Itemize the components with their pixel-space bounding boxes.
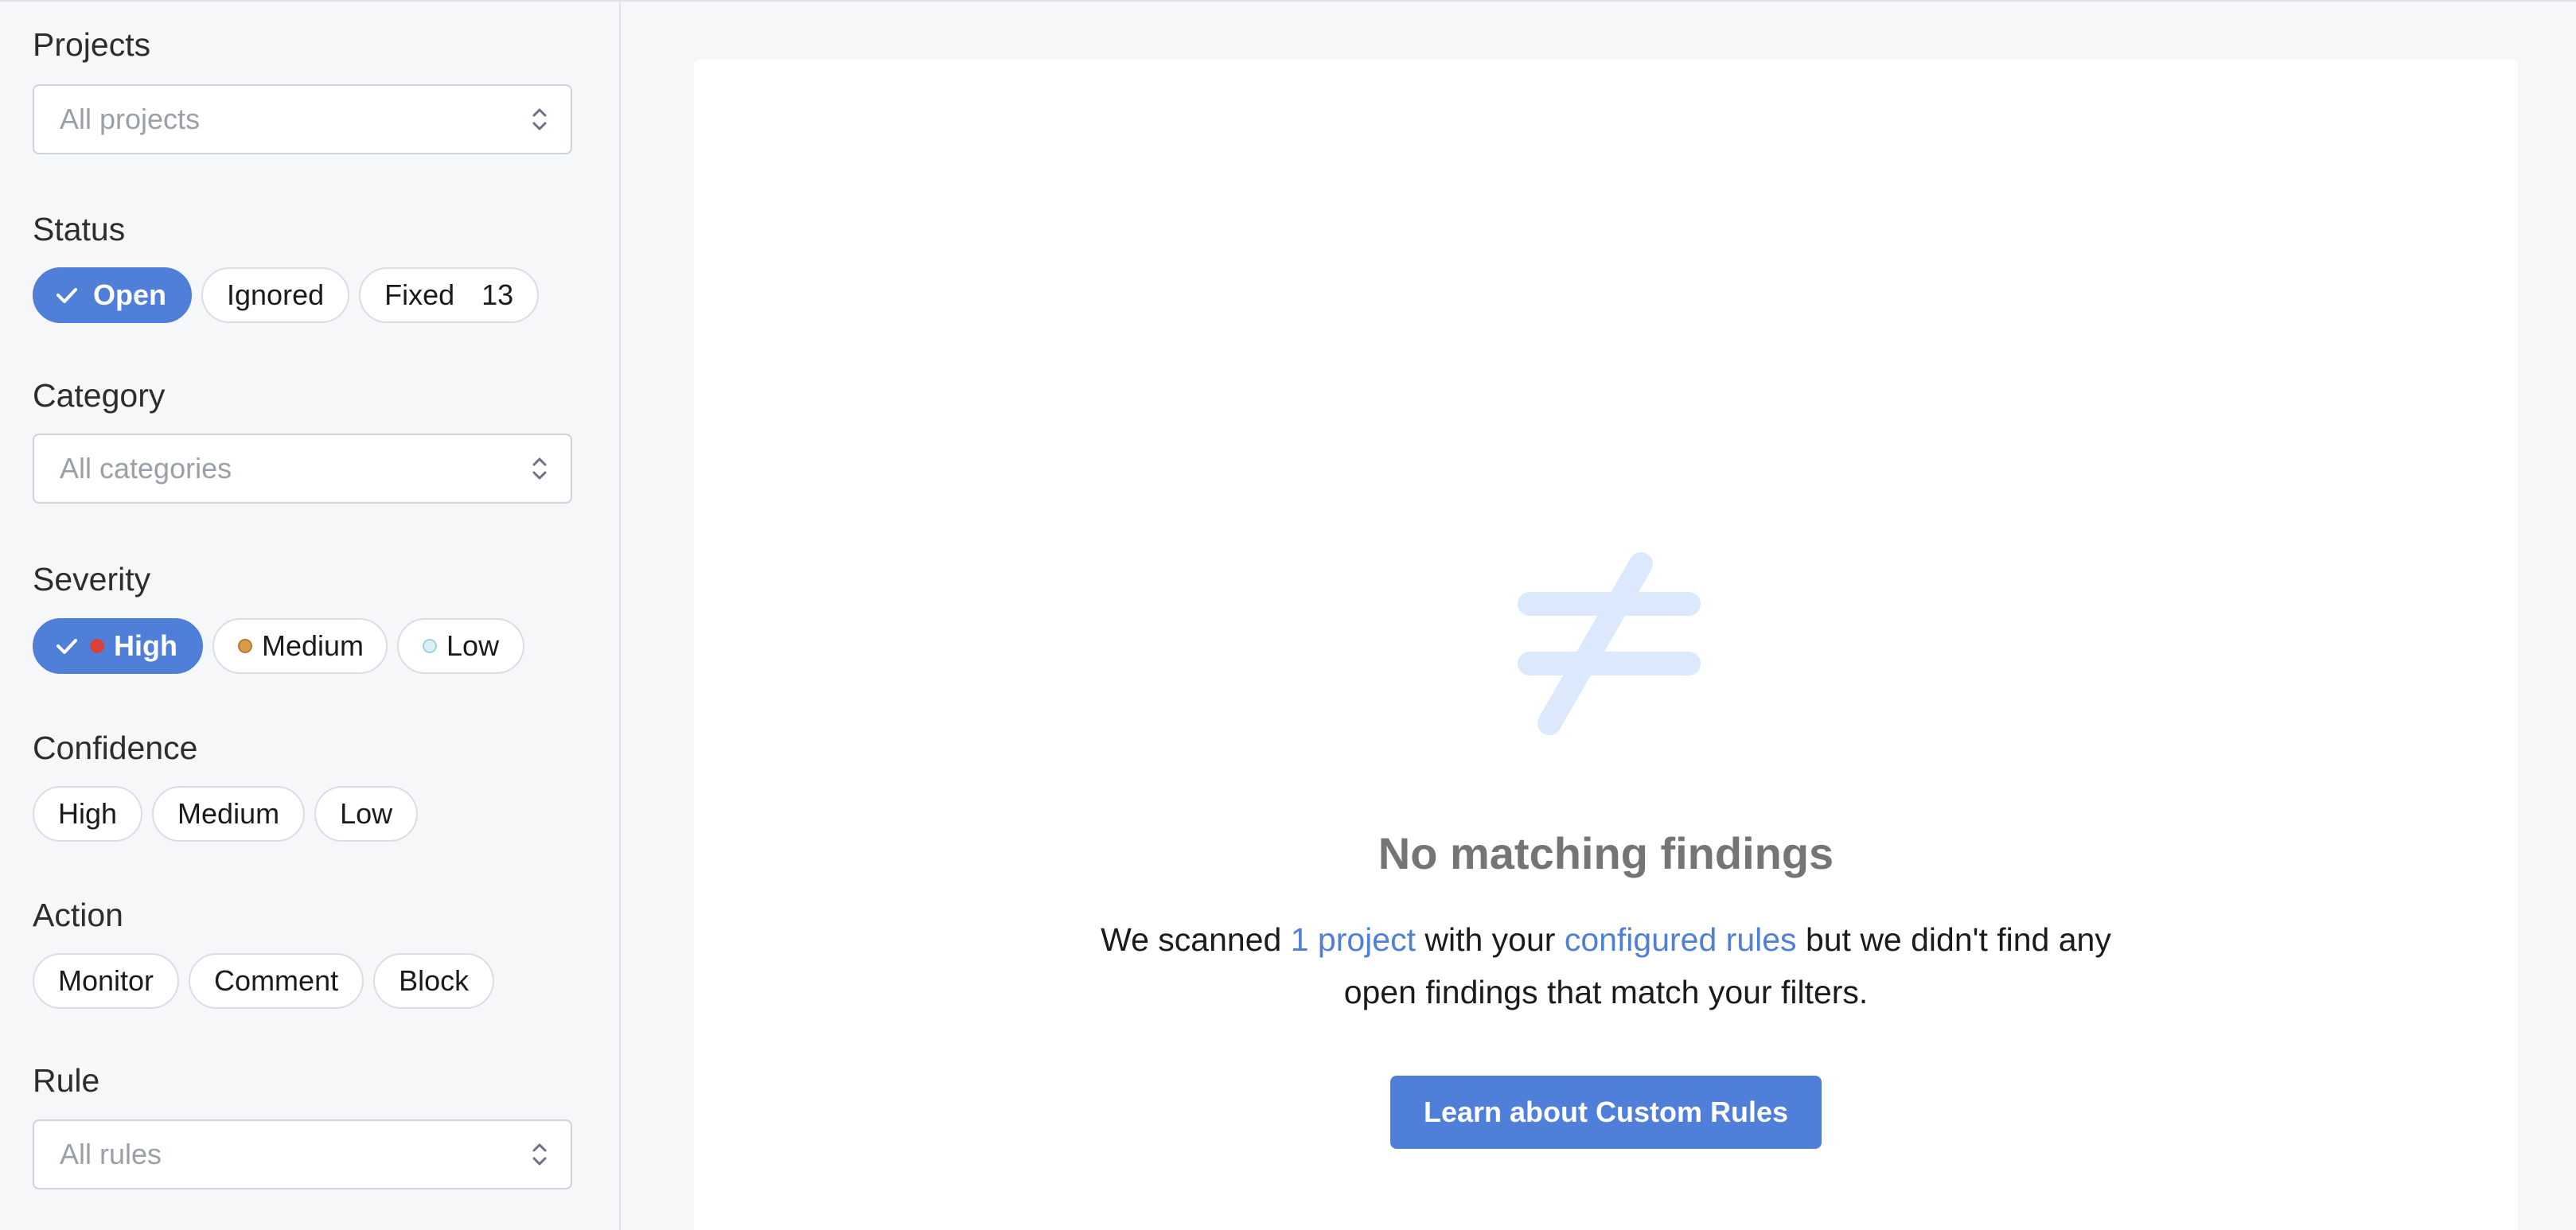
- severity-medium-dot: [237, 639, 252, 653]
- not-equal-icon: [1518, 552, 1701, 735]
- status-ignored-pill[interactable]: Ignored: [201, 267, 350, 323]
- project-link[interactable]: 1 project: [1291, 921, 1416, 958]
- confidence-medium-pill[interactable]: Medium: [152, 786, 306, 842]
- action-block-label: Block: [399, 964, 470, 997]
- action-monitor-pill[interactable]: Monitor: [33, 953, 180, 1009]
- status-ignored-label: Ignored: [227, 278, 325, 311]
- status-fixed-pill[interactable]: Fixed 13: [359, 267, 540, 323]
- status-open-label: Open: [93, 278, 167, 311]
- status-options: Open Ignored Fixed 13: [33, 267, 540, 323]
- severity-high-dot: [90, 639, 104, 653]
- projects-select[interactable]: All projects: [33, 84, 572, 154]
- severity-medium-label: Medium: [261, 629, 364, 662]
- action-comment-pill[interactable]: Comment: [189, 953, 364, 1009]
- configured-rules-link[interactable]: configured rules: [1565, 921, 1797, 958]
- empty-state-line-1: We scanned 1 project with your configure…: [694, 913, 2518, 966]
- category-select[interactable]: All categories: [33, 434, 572, 504]
- rule-label: Rule: [33, 1062, 100, 1099]
- filters-sidebar: Projects All projects Status Open Ignore…: [0, 2, 621, 1230]
- category-label: Category: [33, 377, 166, 414]
- confidence-low-label: Low: [340, 797, 393, 830]
- desc-text-1: We scanned: [1101, 921, 1291, 958]
- severity-high-label: High: [114, 629, 177, 662]
- severity-low-dot: [423, 639, 438, 653]
- severity-medium-pill[interactable]: Medium: [212, 618, 388, 674]
- severity-low-label: Low: [446, 629, 500, 662]
- confidence-options: High Medium Low: [33, 786, 419, 842]
- projects-select-value: All projects: [60, 103, 201, 135]
- action-comment-label: Comment: [214, 964, 339, 997]
- category-select-value: All categories: [60, 452, 232, 485]
- rule-select[interactable]: All rules: [33, 1119, 572, 1189]
- empty-state-description: We scanned 1 project with your configure…: [694, 913, 2518, 1018]
- severity-label: Severity: [33, 561, 151, 597]
- check-icon: [57, 288, 77, 303]
- projects-label: Projects: [33, 26, 151, 63]
- rule-select-value: All rules: [60, 1138, 162, 1170]
- chevron-up-down-icon: [532, 1143, 547, 1166]
- action-label: Action: [33, 897, 123, 933]
- confidence-low-pill[interactable]: Low: [314, 786, 419, 842]
- chevron-up-down-icon: [532, 457, 547, 480]
- action-block-pill[interactable]: Block: [373, 953, 495, 1009]
- confidence-high-pill[interactable]: High: [33, 786, 143, 842]
- status-fixed-label: Fixed: [384, 278, 455, 311]
- desc-text-2: with your: [1415, 921, 1565, 958]
- chevron-up-down-icon: [532, 108, 547, 130]
- empty-state-title: No matching findings: [1378, 828, 1834, 878]
- status-open-pill[interactable]: Open: [33, 267, 193, 323]
- findings-page: Projects All projects Status Open Ignore…: [0, 0, 2576, 1230]
- severity-low-pill[interactable]: Low: [397, 618, 525, 674]
- check-icon: [57, 639, 77, 654]
- empty-state-line-2: open findings that match your filters.: [1343, 974, 1869, 1010]
- severity-high-pill[interactable]: High: [33, 618, 203, 674]
- learn-custom-rules-button[interactable]: Learn about Custom Rules: [1390, 1076, 1822, 1149]
- severity-options: High Medium Low: [33, 618, 525, 674]
- status-fixed-count: 13: [481, 278, 514, 311]
- action-monitor-label: Monitor: [58, 964, 154, 997]
- desc-text-3: but we didn't find any: [1796, 921, 2111, 958]
- confidence-medium-label: Medium: [177, 797, 280, 830]
- action-options: Monitor Comment Block: [33, 953, 495, 1009]
- confidence-label: Confidence: [33, 730, 198, 766]
- status-label: Status: [33, 211, 126, 247]
- findings-panel: No matching findings We scanned 1 projec…: [694, 59, 2518, 1230]
- confidence-high-label: High: [58, 797, 118, 830]
